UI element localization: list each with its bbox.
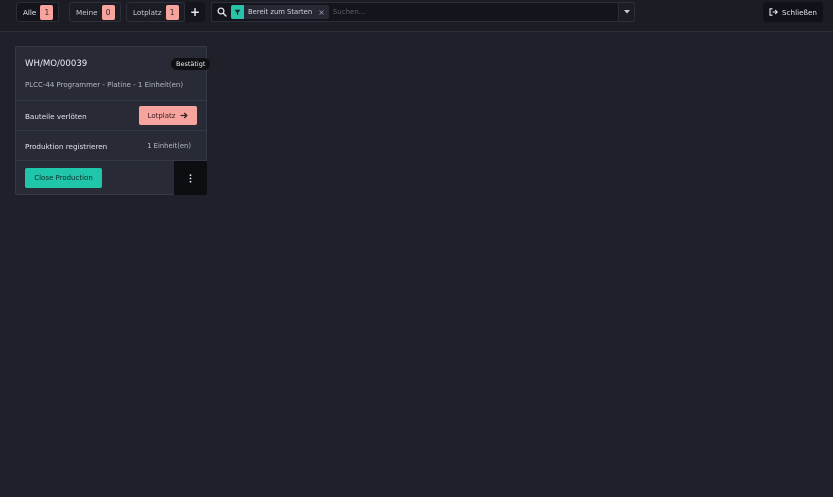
work-order-label: Bauteile verlöten <box>25 112 87 121</box>
tab-mine-label: Meine <box>76 7 98 17</box>
tab-mine-count: 0 <box>101 4 115 20</box>
close-production-button[interactable]: Close Production <box>25 168 102 188</box>
close-button[interactable]: Schließen <box>763 2 823 22</box>
quantity-value: 1 Einheit(en) <box>147 142 191 150</box>
order-reference: WH/MO/00039 <box>25 59 88 69</box>
tab-lotplatz-count: 1 <box>165 4 179 20</box>
tab-all[interactable]: Alle 1 <box>16 2 60 22</box>
work-order-row[interactable]: Bauteile verlöten Lotplatz <box>16 101 206 131</box>
tab-all-count: 1 <box>40 4 54 20</box>
tab-lotplatz[interactable]: Lotplatz 1 <box>126 2 185 22</box>
status-badge: Bestätigt <box>171 58 211 70</box>
register-production-row[interactable]: Produktion registrieren 1 Einheit(en) <box>16 131 206 161</box>
filter-icon <box>231 5 244 19</box>
plus-icon: + <box>189 5 201 19</box>
product-line: PLCC-44 Programmer - Platine - 1 Einheit… <box>25 81 184 89</box>
close-button-label: Schließen <box>782 7 817 17</box>
lotplatz-button[interactable]: Lotplatz <box>139 106 197 125</box>
more-options-button[interactable] <box>174 161 207 195</box>
top-bar: Alle 1 Meine 0 Lotplatz 1 + Bereit zum S… <box>0 0 833 32</box>
production-order-card: WH/MO/00039 Bestätigt PLCC-44 Programmer… <box>15 46 211 195</box>
card-header[interactable]: WH/MO/00039 Bestätigt PLCC-44 Programmer… <box>16 47 211 101</box>
kebab-menu-icon <box>189 173 192 183</box>
search-icon <box>217 7 227 17</box>
facet-remove-icon[interactable]: × <box>318 8 325 17</box>
tab-lotplatz-label: Lotplatz <box>133 7 162 17</box>
search-bar[interactable]: Bereit zum Starten × <box>211 2 619 22</box>
search-input[interactable] <box>332 8 618 16</box>
search-facet-label: Bereit zum Starten <box>248 8 313 16</box>
sign-out-icon <box>769 8 778 16</box>
register-production-label: Produktion registrieren <box>25 142 108 151</box>
arrow-right-icon <box>180 112 189 119</box>
lotplatz-button-label: Lotplatz <box>147 111 176 120</box>
search-facet: Bereit zum Starten × <box>231 5 329 19</box>
tab-all-label: Alle <box>23 7 37 17</box>
tab-mine[interactable]: Meine 0 <box>69 2 121 22</box>
caret-down-icon <box>623 10 630 14</box>
add-workcenter-button[interactable]: + <box>185 2 205 22</box>
close-production-label: Close Production <box>34 174 93 182</box>
search-options-toggle[interactable] <box>619 2 635 22</box>
